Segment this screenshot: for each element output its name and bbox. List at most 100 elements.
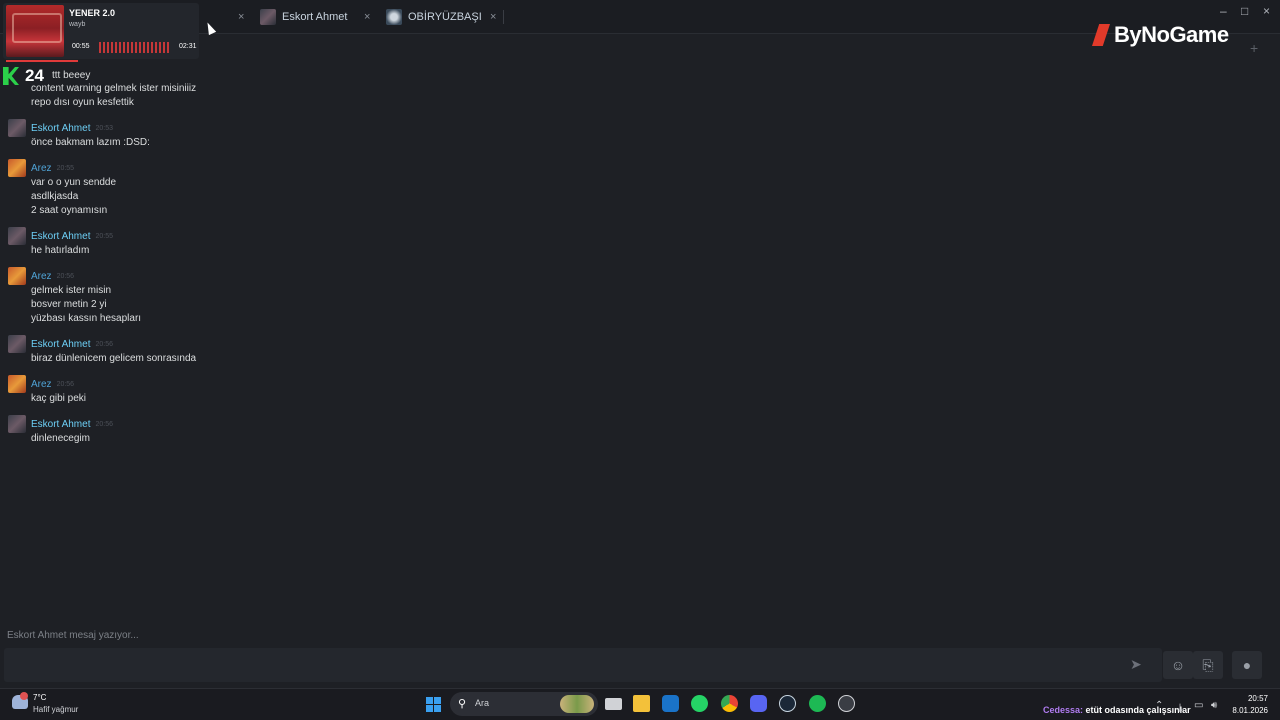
message-line: dinlenecegim <box>31 433 90 444</box>
chrome-icon[interactable] <box>721 695 738 712</box>
tab-divider <box>503 10 504 24</box>
add-friend-icon[interactable]: + <box>1250 40 1258 56</box>
message-time: 20:53 <box>95 124 113 132</box>
message-time: 20:56 <box>95 420 113 428</box>
search-placeholder: Ara <box>475 698 490 708</box>
send-icon[interactable]: ➤ <box>1130 656 1142 673</box>
album-cover <box>6 5 64 57</box>
close-icon[interactable]: × <box>1263 4 1270 18</box>
avatar <box>386 9 402 25</box>
discord-icon[interactable] <box>750 695 767 712</box>
tray-notification[interactable]: Cedessa: etüt odasında çalışsınlar <box>1043 705 1191 715</box>
track-duration: 02:31 <box>179 43 197 50</box>
waveform[interactable] <box>99 42 171 53</box>
message-time: 20:56 <box>56 272 75 280</box>
tab-label: Eskort Ahmet <box>282 11 348 23</box>
voice-button[interactable]: ● <box>1232 651 1262 679</box>
message-sender[interactable]: Eskort Ahmet 20:55 <box>8 227 113 245</box>
track-artist: wayb <box>69 21 86 28</box>
message-line: yüzbası kassın hesapları <box>31 313 142 324</box>
clock-time[interactable]: 20:57 <box>1232 694 1268 703</box>
message-line: he hatırladım <box>31 245 90 256</box>
message-line: bosver metin 2 yi <box>31 299 107 310</box>
message-line: content warning gelmek ister misiniiiz <box>31 83 197 94</box>
steam-chat-window <box>0 0 1280 688</box>
logo-mark-icon <box>1092 24 1110 46</box>
search-icon: ⚲ <box>458 698 467 710</box>
message-sender[interactable]: Arez 20:56 <box>8 375 74 393</box>
message-time: 20:56 <box>56 380 75 388</box>
avatar[interactable] <box>8 335 26 353</box>
whatsapp-icon[interactable] <box>691 695 708 712</box>
sender-name[interactable]: Arez <box>31 271 52 282</box>
avatar <box>260 9 276 25</box>
steam-icon[interactable] <box>779 695 796 712</box>
message-time: 20:55 <box>95 232 113 240</box>
message-line: biraz dünlenicem gelicem sonrasında <box>31 353 197 364</box>
avatar[interactable] <box>8 119 26 137</box>
sender-name[interactable]: Arez <box>31 379 52 390</box>
message-time: 20:55 <box>56 164 75 172</box>
message-time: 20:56 <box>95 340 113 348</box>
progress-bar <box>6 60 78 62</box>
weather-temp[interactable]: 7°C <box>33 693 46 702</box>
tab-close-icon[interactable]: × <box>238 11 244 23</box>
app-icon[interactable] <box>838 695 855 712</box>
chevron-up-icon[interactable]: ⌃ <box>1155 700 1163 711</box>
speaker-icon[interactable]: 🔊︎ <box>1211 700 1217 711</box>
tab-close-icon[interactable]: × <box>490 11 496 23</box>
clock-date[interactable]: 8.01.2026 <box>1226 706 1268 715</box>
message-sender[interactable]: Eskort Ahmet 20:56 <box>8 335 113 353</box>
elapsed-time: 00:55 <box>72 43 90 50</box>
message-line: önce bakmam lazım :DSD: <box>31 137 150 148</box>
track-title: YENER 2.0 <box>69 8 116 18</box>
brand-logo-text: ByNoGame <box>1114 22 1229 47</box>
weather-desc[interactable]: Hafif yağmur <box>33 705 78 714</box>
k-logo-icon <box>3 67 19 85</box>
message-line: 2 saat oynamısın <box>31 205 108 216</box>
emoji-button[interactable]: ☺ <box>1163 651 1193 679</box>
display-icon[interactable]: ▭ <box>1194 700 1203 711</box>
weather-icon[interactable] <box>12 692 28 709</box>
message-line: kaç gibi peki <box>31 393 87 404</box>
maximize-icon[interactable]: □ <box>1241 4 1248 18</box>
typing-indicator: Eskort Ahmet mesaj yazıyor... <box>7 630 139 641</box>
music-player-widget[interactable]: YENER 2.0 wayb 00:55 02:31 <box>3 3 199 62</box>
mail-icon[interactable] <box>662 695 679 712</box>
avatar[interactable] <box>8 227 26 245</box>
tab-eskort-ahmet[interactable]: Eskort Ahmet <box>260 6 347 28</box>
usb-icon[interactable]: ⏚ <box>1175 700 1185 715</box>
avatar[interactable] <box>8 159 26 177</box>
search-highlight-image <box>560 695 594 713</box>
avatar[interactable] <box>8 267 26 285</box>
minimize-icon[interactable]: – <box>1220 4 1227 18</box>
attach-button[interactable]: ⎘ <box>1193 651 1223 679</box>
message-sender[interactable]: Arez 20:56 <box>8 267 74 285</box>
message-line: ttt beeey <box>52 70 91 81</box>
message-sender[interactable]: Eskort Ahmet 20:53 <box>8 119 113 137</box>
message-line: var o o yun sendde <box>31 177 117 188</box>
tab-obiryuzbasi[interactable]: OBİRYÜZBAŞI <box>386 6 482 28</box>
brand-logo: ByNoGame <box>1092 22 1229 48</box>
taskbar-search[interactable]: ⚲ Ara <box>450 692 598 716</box>
sender-name[interactable]: Eskort Ahmet <box>31 231 90 242</box>
avatar[interactable] <box>8 375 26 393</box>
avatar[interactable] <box>8 415 26 433</box>
tab-close-icon[interactable]: × <box>364 11 370 23</box>
spotify-icon[interactable] <box>809 695 826 712</box>
message-sender[interactable]: Arez 20:55 <box>8 159 74 177</box>
message-line: gelmek ister misin <box>31 285 112 296</box>
sender-name[interactable]: Arez <box>31 163 52 174</box>
tab-label: OBİRYÜZBAŞI <box>408 11 482 23</box>
sender-name[interactable]: Eskort Ahmet <box>31 123 90 134</box>
task-view-icon[interactable] <box>605 698 622 710</box>
message-input[interactable] <box>4 648 1162 682</box>
message-sender[interactable]: Eskort Ahmet 20:56 <box>8 415 113 433</box>
sender-name[interactable]: Eskort Ahmet <box>31 339 90 350</box>
message-line: repo dısı oyun kesfettik <box>31 97 134 108</box>
start-icon[interactable] <box>426 697 441 712</box>
file-explorer-icon[interactable] <box>633 695 650 712</box>
sender-name[interactable]: Eskort Ahmet <box>31 419 90 430</box>
tray-notification-sender: Cedessa: <box>1043 705 1084 715</box>
message-line: asdlkjasda <box>31 191 79 202</box>
